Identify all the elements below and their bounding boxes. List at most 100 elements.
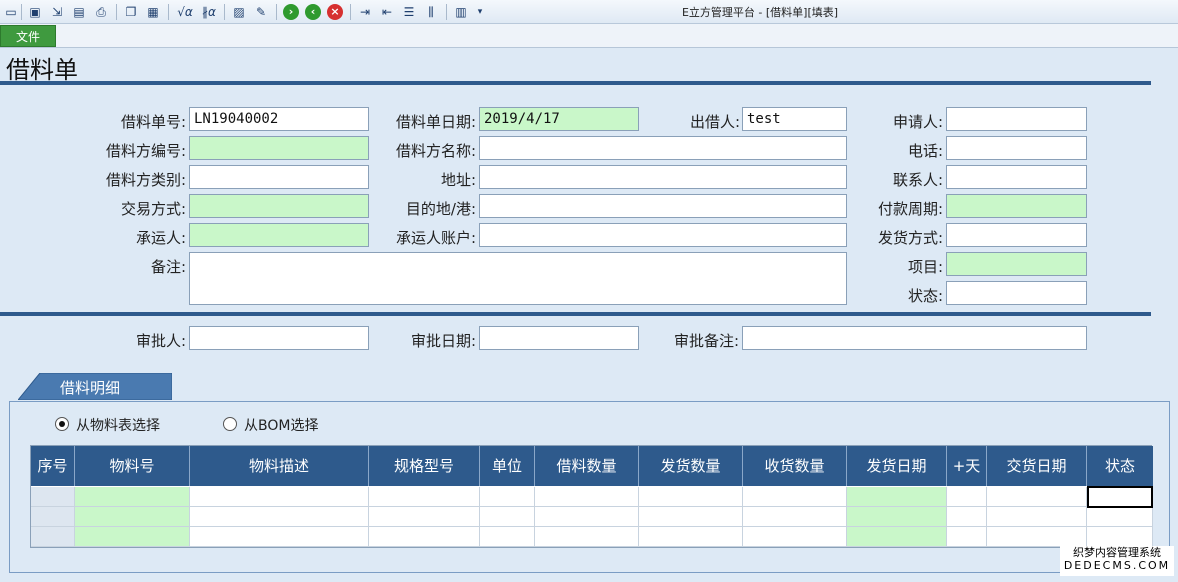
col-receive-qty[interactable]: 收货数量: [743, 446, 847, 486]
applicant-field[interactable]: [946, 107, 1087, 131]
outdent-icon[interactable]: ⇤: [378, 3, 396, 21]
table-cell[interactable]: [743, 507, 847, 527]
table-cell[interactable]: [987, 507, 1087, 527]
cancel-icon[interactable]: ×: [327, 4, 343, 20]
table-cell[interactable]: [847, 527, 947, 547]
radio-from-bom[interactable]: [223, 417, 237, 431]
table-cell[interactable]: [480, 527, 535, 547]
formula-icon[interactable]: √α: [174, 3, 196, 21]
radio-from-material[interactable]: [55, 417, 69, 431]
formula-clear-icon[interactable]: ∦α: [198, 3, 220, 21]
remarks-textarea[interactable]: [189, 252, 847, 305]
trade-mode-field[interactable]: [189, 194, 369, 218]
table-cell[interactable]: [190, 527, 369, 547]
table-cell[interactable]: [947, 527, 987, 547]
carrier-account-field[interactable]: [479, 223, 847, 247]
table-cell[interactable]: [1087, 527, 1153, 547]
table-cell[interactable]: [75, 487, 190, 507]
table-cell[interactable]: [743, 527, 847, 547]
table-cell[interactable]: [369, 507, 480, 527]
shipping-method-label: 发货方式:: [877, 229, 943, 247]
approver-label: 审批人:: [135, 332, 186, 350]
col-ship-qty[interactable]: 发货数量: [639, 446, 743, 486]
approver-field[interactable]: [189, 326, 369, 350]
col-loan-qty[interactable]: 借料数量: [535, 446, 639, 486]
table-cell[interactable]: [947, 487, 987, 507]
watermark-line2: DEDECMS.COM: [1063, 559, 1171, 572]
lender-field[interactable]: test: [742, 107, 847, 131]
table-cell[interactable]: [75, 507, 190, 527]
col-ship-date[interactable]: 发货日期: [847, 446, 947, 486]
table-cell[interactable]: [31, 487, 75, 507]
print-icon[interactable]: ⎙: [92, 3, 110, 21]
loan-no-field[interactable]: LN19040002: [189, 107, 369, 131]
shipping-method-field[interactable]: [946, 223, 1087, 247]
destination-field[interactable]: [479, 194, 847, 218]
file-menu[interactable]: 文件: [0, 25, 56, 47]
table-cell[interactable]: [31, 507, 75, 527]
table-cell[interactable]: [31, 527, 75, 547]
col-description[interactable]: 物料描述: [190, 446, 369, 486]
table-cell[interactable]: [947, 507, 987, 527]
forward-icon[interactable]: ›: [283, 4, 299, 20]
payment-period-field[interactable]: [946, 194, 1087, 218]
status-field[interactable]: [946, 281, 1087, 305]
col-delivery-date[interactable]: 交货日期: [987, 446, 1087, 486]
copy-icon[interactable]: ❐: [122, 3, 140, 21]
table-cell[interactable]: [639, 507, 743, 527]
table-cell[interactable]: [480, 487, 535, 507]
table-cell[interactable]: [847, 487, 947, 507]
borrower-code-field[interactable]: [189, 136, 369, 160]
table-cell[interactable]: [1087, 507, 1153, 527]
approval-note-label: 审批备注:: [673, 332, 739, 350]
dropdown-icon[interactable]: ▾: [474, 3, 486, 21]
align-icon[interactable]: ⫼: [422, 3, 440, 21]
save-icon[interactable]: ▣: [26, 3, 44, 21]
table-cell[interactable]: [480, 507, 535, 527]
table-cell[interactable]: [987, 527, 1087, 547]
address-field[interactable]: [479, 165, 847, 189]
table-cell[interactable]: [847, 507, 947, 527]
clipboard-icon[interactable]: ▨: [230, 3, 248, 21]
back-icon[interactable]: ‹: [305, 4, 321, 20]
export-icon[interactable]: ⇲: [48, 3, 66, 21]
layout-icon[interactable]: ▥: [452, 3, 470, 21]
table-cell[interactable]: [535, 527, 639, 547]
approval-date-field[interactable]: [479, 326, 639, 350]
table-cell[interactable]: [987, 487, 1087, 507]
loan-date-field[interactable]: 2019/4/17: [479, 107, 639, 131]
col-plus-days[interactable]: +天: [947, 446, 987, 486]
approval-date-label: 审批日期:: [410, 332, 476, 350]
loan-date-label: 借料单日期:: [395, 113, 476, 131]
table-cell[interactable]: [535, 507, 639, 527]
col-spec[interactable]: 规格型号: [369, 446, 480, 486]
phone-field[interactable]: [946, 136, 1087, 160]
borrower-type-field[interactable]: [189, 165, 369, 189]
table-cell[interactable]: [743, 487, 847, 507]
selected-cell[interactable]: [1087, 486, 1153, 508]
col-material-no[interactable]: 物料号: [75, 446, 190, 486]
contact-field[interactable]: [946, 165, 1087, 189]
table-cell[interactable]: [190, 507, 369, 527]
window-icon[interactable]: ▭: [2, 3, 20, 21]
table-cell[interactable]: [535, 487, 639, 507]
watermark-line1: 织梦内容管理系统: [1073, 546, 1161, 559]
col-status[interactable]: 状态: [1087, 446, 1153, 486]
table-cell[interactable]: [369, 487, 480, 507]
table-cell[interactable]: [75, 527, 190, 547]
paste-icon[interactable]: ▦: [144, 3, 162, 21]
project-field[interactable]: [946, 252, 1087, 276]
borrower-name-field[interactable]: [479, 136, 847, 160]
table-cell[interactable]: [639, 487, 743, 507]
table-cell[interactable]: [639, 527, 743, 547]
table-cell[interactable]: [190, 487, 369, 507]
list-icon[interactable]: ☰: [400, 3, 418, 21]
preview-icon[interactable]: ▤: [70, 3, 88, 21]
col-seq[interactable]: 序号: [31, 446, 75, 486]
carrier-field[interactable]: [189, 223, 369, 247]
indent-icon[interactable]: ⇥: [356, 3, 374, 21]
table-cell[interactable]: [369, 527, 480, 547]
approval-note-field[interactable]: [742, 326, 1087, 350]
col-unit[interactable]: 单位: [480, 446, 535, 486]
edit-icon[interactable]: ✎: [252, 3, 270, 21]
